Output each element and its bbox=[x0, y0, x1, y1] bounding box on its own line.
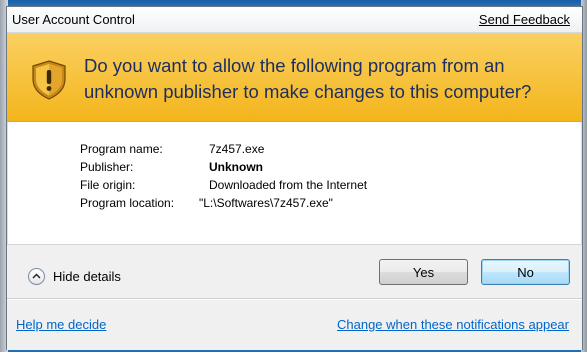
title-bar: User Account Control Send Feedback bbox=[7, 7, 582, 33]
help-me-decide-link[interactable]: Help me decide bbox=[16, 317, 106, 332]
chevron-up-icon[interactable] bbox=[28, 267, 45, 285]
hide-details-label[interactable]: Hide details bbox=[53, 269, 121, 284]
file-origin-label: File origin: bbox=[80, 178, 136, 192]
program-name-label: Program name: bbox=[80, 142, 163, 156]
warning-banner: Do you want to allow the following progr… bbox=[7, 33, 582, 122]
prompt-question: Do you want to allow the following progr… bbox=[84, 55, 532, 102]
footer-divider bbox=[7, 298, 582, 300]
hide-details-toggle[interactable]: Hide details bbox=[28, 266, 121, 286]
no-button[interactable]: No bbox=[481, 259, 570, 285]
publisher-label: Publisher: bbox=[80, 160, 134, 174]
change-notifications-link[interactable]: Change when these notifications appear bbox=[337, 317, 569, 332]
program-name-value: 7z457.exe bbox=[209, 142, 265, 156]
file-origin-value: Downloaded from the Internet bbox=[209, 178, 368, 192]
uac-dialog: User Account Control Send Feedback Do yo… bbox=[6, 6, 583, 350]
dialog-title: User Account Control bbox=[12, 12, 135, 27]
shield-warning-icon bbox=[32, 60, 66, 100]
dialog-footer: Hide details Yes No Help me decide Chang… bbox=[7, 244, 582, 350]
program-location-value: "L:\Softwares\7z457.exe" bbox=[199, 196, 333, 210]
program-location-label: Program location: bbox=[80, 196, 175, 210]
publisher-value: Unknown bbox=[209, 160, 263, 174]
yes-button[interactable]: Yes bbox=[379, 259, 468, 285]
send-feedback-link[interactable]: Send Feedback bbox=[479, 12, 570, 27]
